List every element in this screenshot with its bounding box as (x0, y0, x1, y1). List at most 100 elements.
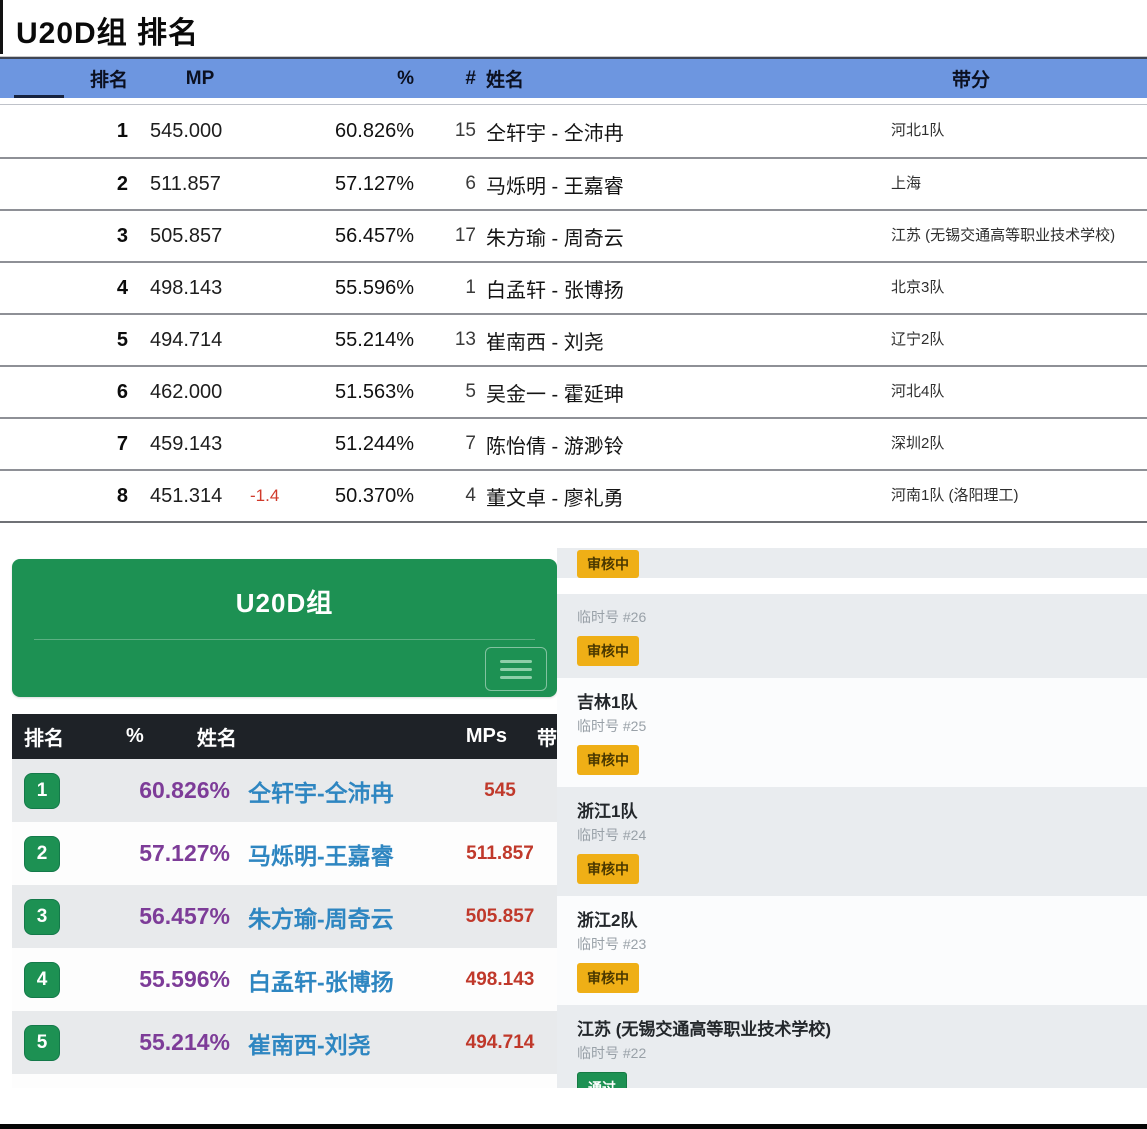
mobile-table-row: 4 55.596% 白孟轩-张博扬 498.143 (12, 948, 557, 1011)
player-names-link[interactable]: 崔南西-刘尧 (248, 1026, 443, 1060)
status-list-item[interactable]: 审核中 (557, 548, 1147, 578)
temp-number-line: 临时号 #22 (577, 1043, 1147, 1063)
mobile-table-row: 6 51.563% 吴金一-霍延珅 462 (12, 1074, 557, 1088)
table-row: 5 494.714 55.214% 13 崔南西 - 刘尧 辽宁2队 (0, 313, 1147, 365)
header-mps: MPs (397, 725, 507, 748)
table-row: 6 462.000 51.563% 5 吴金一 - 霍延珅 河北4队 (0, 365, 1147, 417)
mp-cell: 545.000 (150, 120, 250, 143)
mobile-table-row: 1 60.826% 仝轩宇-仝沛冉 545 (12, 759, 557, 822)
group-card-title: U20D组 (12, 559, 557, 620)
team-cell: 上海 (891, 173, 1143, 195)
pair-number-cell: 13 (414, 329, 476, 351)
rank-cell: 8 (0, 485, 128, 508)
pair-number-cell: 17 (414, 225, 476, 247)
team-cell: 河南1队 (洛阳理工) (891, 485, 1143, 507)
rank-badge: 1 (24, 773, 60, 809)
mobile-table-row: 5 55.214% 崔南西-刘尧 494.714 (12, 1011, 557, 1074)
mp-cell: 451.314 (150, 485, 250, 508)
header-name: 姓名 (486, 65, 891, 92)
player-names-link[interactable]: 马烁明-王嘉睿 (248, 837, 443, 871)
hamburger-icon (500, 676, 532, 679)
status-list-item[interactable]: 浙江2队 临时号 #23 审核中 (557, 896, 1147, 1005)
ranking-table: 1 545.000 60.826% 15 仝轩宇 - 仝沛冉 河北1队 2 51… (0, 104, 1147, 523)
header-mp: MP (150, 68, 250, 90)
percent-cell: 55.214% (60, 1029, 230, 1056)
group-card: U20D组 (12, 559, 557, 697)
team-cell: 深圳2队 (891, 433, 1143, 455)
mps-cell: 545 (443, 780, 557, 802)
rank-badge: 3 (24, 899, 60, 935)
temp-number-label: 临时号 (577, 936, 619, 952)
header-pct: % (81, 725, 189, 748)
player-names-cell: 朱方瑜 - 周奇云 (486, 222, 891, 251)
temp-number-value: #24 (623, 827, 646, 843)
percent-cell: 57.127% (296, 173, 414, 196)
status-list-item[interactable]: 临时号 #26 审核中 (557, 594, 1147, 678)
player-names-cell: 崔南西 - 刘尧 (486, 326, 891, 355)
temp-number-value: #22 (623, 1045, 646, 1061)
rank-cell: 6 (0, 381, 128, 404)
mobile-preview-pane: U20D组 排名 % 姓名 MPs 带 1 60.826% 仝轩宇-仝沛冉 5 (0, 543, 557, 1088)
header-rank: 排名 (0, 65, 128, 92)
percent-cell: 60.826% (296, 120, 414, 143)
player-names-link[interactable]: 仝轩宇-仝沛冉 (248, 774, 443, 808)
status-badge: 通过 (577, 1072, 627, 1088)
bottom-section: U20D组 排名 % 姓名 MPs 带 1 60.826% 仝轩宇-仝沛冉 5 (0, 543, 1147, 1088)
registration-status-list: 审核中 临时号 #26 审核中 吉林1队 临时号 #25 审核中 浙江1队 临时… (557, 543, 1147, 1088)
percent-cell: 55.214% (296, 329, 414, 352)
header-carry: 带 (507, 722, 557, 751)
mps-cell: 494.714 (443, 1032, 557, 1054)
table-row: 2 511.857 57.127% 6 马烁明 - 王嘉睿 上海 (0, 157, 1147, 209)
percent-cell: 55.596% (296, 277, 414, 300)
mp-cell: 459.143 (150, 433, 250, 456)
bottom-scroll-bar[interactable] (0, 1124, 1147, 1129)
player-names-link[interactable]: 朱方瑜-周奇云 (248, 900, 443, 934)
mobile-table-header: 排名 % 姓名 MPs 带 (12, 714, 557, 759)
team-name: 浙江2队 (577, 906, 1147, 931)
mps-cell: 505.857 (443, 906, 557, 928)
player-names-cell: 白孟轩 - 张博扬 (486, 274, 891, 303)
left-edge-line (0, 0, 3, 54)
percent-cell: 56.457% (60, 903, 230, 930)
player-names-cell: 吴金一 - 霍延珅 (486, 378, 891, 407)
mp-cell: 505.857 (150, 225, 250, 248)
temp-number-value: #23 (623, 936, 646, 952)
header-carry: 带分 (845, 65, 1097, 92)
title-bar: U20D组 排名 (0, 0, 1147, 57)
status-list-item[interactable]: 江苏 (无锡交通高等职业技术学校) 临时号 #22 通过 (557, 1005, 1147, 1088)
temp-number-line: 临时号 #24 (577, 825, 1147, 845)
status-list-item[interactable]: 吉林1队 临时号 #25 审核中 (557, 678, 1147, 787)
team-name: 浙江1队 (577, 797, 1147, 822)
mps-cell: 498.143 (443, 969, 557, 991)
temp-number-label: 临时号 (577, 609, 619, 625)
percent-cell: 60.826% (60, 777, 230, 804)
player-names-cell: 马烁明 - 王嘉睿 (486, 170, 891, 199)
player-names-cell: 陈怡倩 - 游渺铃 (486, 430, 891, 459)
temp-number-label: 临时号 (577, 718, 619, 734)
status-list-item[interactable]: 浙江1队 临时号 #24 审核中 (557, 787, 1147, 896)
status-badge: 审核中 (577, 963, 639, 993)
player-names-link[interactable]: 白孟轩-张博扬 (248, 963, 443, 997)
ranking-table-header: 排名 MP % # 姓名 带分 (0, 57, 1147, 98)
pair-number-cell: 6 (414, 173, 476, 195)
status-badge: 审核中 (577, 636, 639, 666)
percent-cell: 50.370% (296, 485, 414, 508)
rank-badge: 4 (24, 962, 60, 998)
mp-adjust-cell: -1.4 (250, 486, 296, 506)
team-cell: 辽宁2队 (891, 329, 1143, 351)
rank-cell: 5 (0, 329, 128, 352)
status-badge: 审核中 (577, 854, 639, 884)
table-row: 8 451.314 -1.4 50.370% 4 董文卓 - 廖礼勇 河南1队 … (0, 469, 1147, 521)
percent-cell: 51.563% (296, 381, 414, 404)
rank-badge: 6 (24, 1088, 60, 1089)
menu-button[interactable] (485, 647, 547, 691)
rank-cell: 7 (0, 433, 128, 456)
pair-number-cell: 7 (414, 433, 476, 455)
header-name: 姓名 (189, 722, 397, 751)
percent-cell: 57.127% (60, 840, 230, 867)
table-row: 4 498.143 55.596% 1 白孟轩 - 张博扬 北京3队 (0, 261, 1147, 313)
temp-number-value: #26 (623, 609, 646, 625)
hamburger-icon (500, 668, 532, 671)
team-name: 江苏 (无锡交通高等职业技术学校) (577, 1015, 1147, 1040)
team-name: 吉林1队 (577, 688, 1147, 713)
